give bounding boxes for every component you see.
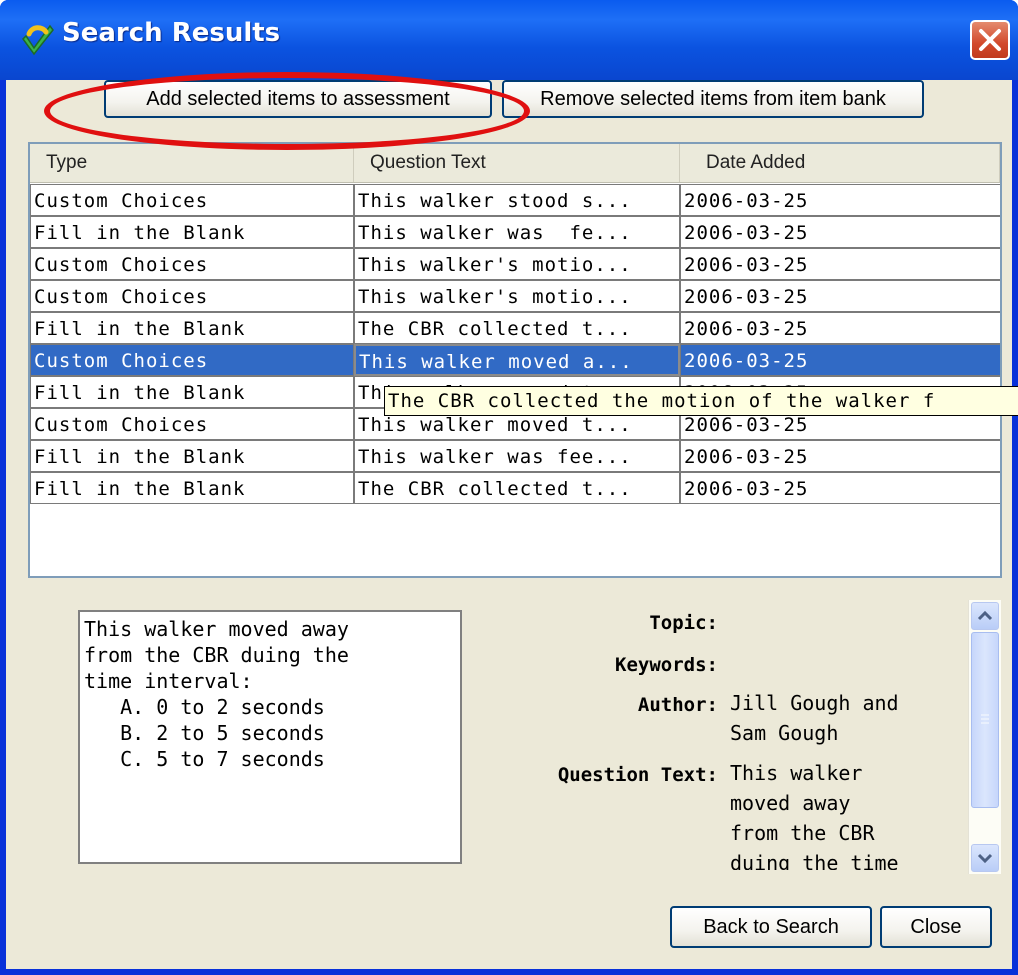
back-to-search-button[interactable]: Back to Search <box>670 906 872 948</box>
cell-type: Fill in the Blank <box>30 440 354 472</box>
cell-question: This walker was fee... <box>354 440 680 472</box>
cell-question: The CBR collected t... <box>354 472 680 504</box>
cell-date: 2006-03-25 <box>680 248 1000 280</box>
column-header-date-added[interactable]: Date Added <box>680 144 1000 182</box>
results-table[interactable]: Type Question Text Date Added Custom Cho… <box>28 142 1002 578</box>
topic-label: Topic: <box>649 612 718 634</box>
cell-question: This walker was fe... <box>354 216 680 248</box>
cell-type: Custom Choices <box>30 248 354 280</box>
table-row[interactable]: Fill in the Blank The CBR collected t... 2… <box>30 472 1000 504</box>
cell-question: This walker's motio... <box>354 248 680 280</box>
scroll-thumb[interactable] <box>971 632 999 808</box>
question-preview: This walker moved away from the CBR duin… <box>78 610 462 864</box>
table-row[interactable]: Custom Choices This walker stood s... 2006… <box>30 184 1000 216</box>
question-text-value: This walker moved away from the CBR duin… <box>730 761 899 870</box>
cell-type: Fill in the Blank <box>30 472 354 504</box>
app-checkmark-icon <box>22 24 54 56</box>
column-header-question-text[interactable]: Question Text <box>354 144 680 182</box>
title-bar[interactable]: Search Results <box>0 0 1018 80</box>
table-header: Type Question Text Date Added <box>30 144 1000 183</box>
table-row[interactable]: Fill in the Blank The CBR collected t... 2… <box>30 312 1000 344</box>
cell-date: 2006-03-25 <box>680 440 1000 472</box>
close-icon <box>979 29 1001 51</box>
keywords-label: Keywords: <box>615 654 718 676</box>
remove-from-item-bank-button[interactable]: Remove selected items from item bank <box>502 80 924 118</box>
cell-question: This walker moved a... <box>354 344 680 376</box>
cell-question: The CBR collected t... <box>354 312 680 344</box>
chevron-down-icon <box>977 853 993 864</box>
cell-type: Custom Choices <box>30 344 354 376</box>
window-title: Search Results <box>62 18 281 48</box>
question-text-label: Question Text: <box>557 764 718 786</box>
table-row[interactable]: Custom Choices This walker's motio... 2006… <box>30 248 1000 280</box>
cell-type: Custom Choices <box>30 280 354 312</box>
cell-type: Fill in the Blank <box>30 216 354 248</box>
cell-question: This walker's motio... <box>354 280 680 312</box>
scroll-down-button[interactable] <box>971 844 999 872</box>
cell-type: Fill in the Blank <box>30 312 354 344</box>
cell-type: Custom Choices <box>30 408 354 440</box>
details-scrollbar[interactable] <box>968 600 1001 874</box>
cell-type: Custom Choices <box>30 184 354 216</box>
add-to-assessment-button[interactable]: Add selected items to assessment <box>104 80 492 118</box>
chevron-up-icon <box>977 610 993 621</box>
cell-date: 2006-03-25 <box>680 184 1000 216</box>
question-tooltip: The CBR collected the motion of the walk… <box>384 386 1018 416</box>
table-row[interactable]: Fill in the Blank This walker was fe... 20… <box>30 216 1000 248</box>
table-row[interactable]: Custom Choices This walker's motio... 2006… <box>30 280 1000 312</box>
author-label: Author: <box>637 694 718 716</box>
table-row[interactable]: Custom Choices This walker moved a... 2006… <box>30 344 1000 376</box>
cell-date: 2006-03-25 <box>680 312 1000 344</box>
search-results-window: Search Results Add selected items to ass… <box>0 0 1018 975</box>
table-row[interactable]: Fill in the Blank This walker was fee... 2… <box>30 440 1000 472</box>
cell-question: This walker stood s... <box>354 184 680 216</box>
scroll-up-button[interactable] <box>971 602 999 630</box>
close-window-button[interactable] <box>970 20 1010 60</box>
cell-date: 2006-03-25 <box>680 472 1000 504</box>
column-header-type[interactable]: Type <box>30 144 354 182</box>
close-button[interactable]: Close <box>880 906 992 948</box>
dialog-body: Add selected items to assessment Remove … <box>6 80 1018 969</box>
cell-date: 2006-03-25 <box>680 280 1000 312</box>
cell-date: 2006-03-25 <box>680 216 1000 248</box>
cell-date: 2006-03-25 <box>680 344 1000 376</box>
cell-type: Fill in the Blank <box>30 376 354 408</box>
grip-icon <box>981 714 989 724</box>
author-value: Jill Gough and Sam Gough <box>730 691 899 745</box>
